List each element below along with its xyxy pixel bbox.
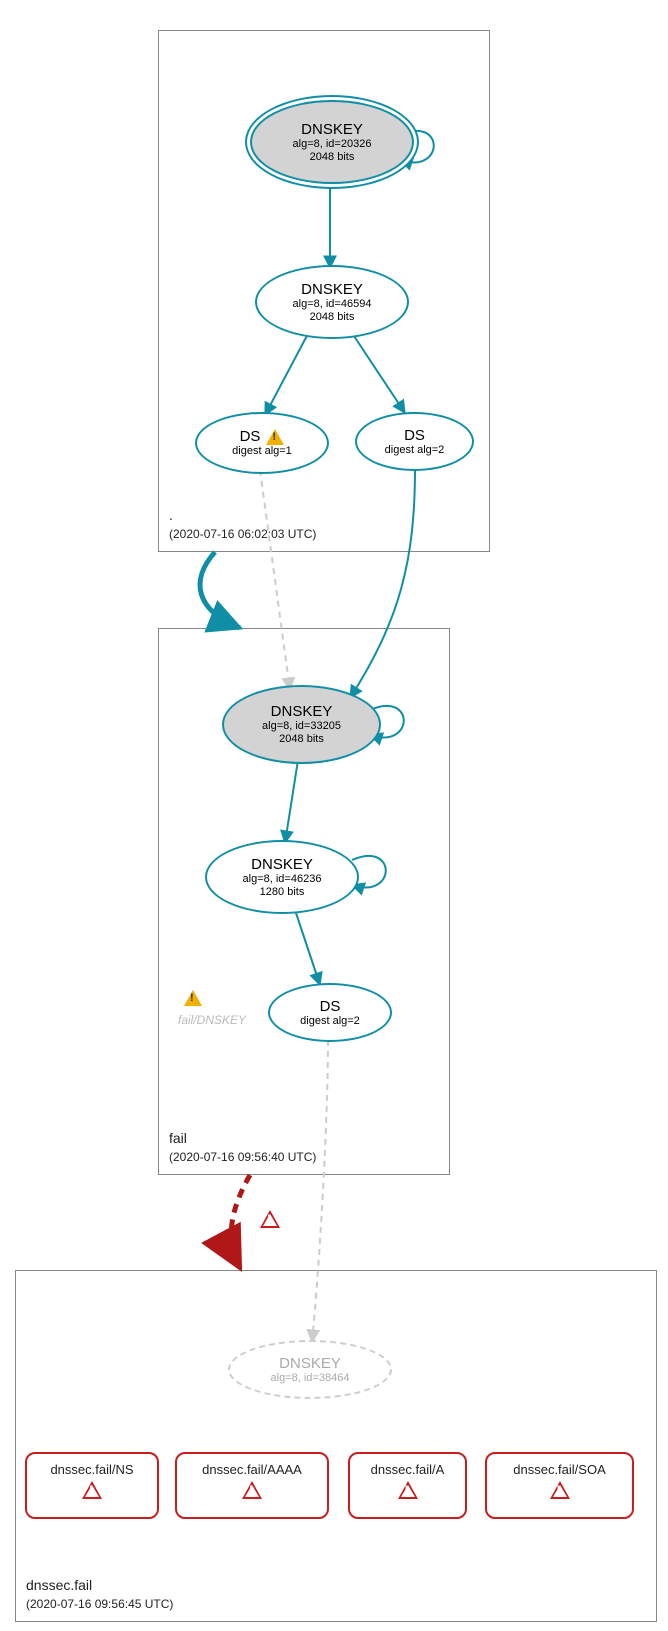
node-root-ksk[interactable]: DNSKEY alg=8, id=20326 2048 bits — [250, 100, 414, 184]
rrset-soa[interactable]: dnssec.fail/SOA — [485, 1452, 634, 1519]
rrset-label: dnssec.fail/A — [350, 1462, 465, 1477]
zone-dnssec-fail-timestamp: (2020-07-16 09:56:45 UTC) — [26, 1597, 173, 1611]
error-icon — [82, 1481, 102, 1499]
node-title: DNSKEY — [251, 856, 313, 873]
warning-icon — [266, 429, 284, 445]
node-sub: 2048 bits — [310, 151, 355, 164]
node-title: DS — [240, 428, 261, 445]
zone-dnssec-fail: dnssec.fail (2020-07-16 09:56:45 UTC) — [15, 1270, 657, 1622]
error-icon — [550, 1481, 570, 1499]
warning-icon — [184, 990, 202, 1006]
node-fail-ds[interactable]: DS digest alg=2 — [268, 983, 392, 1042]
node-sub: 2048 bits — [310, 311, 355, 324]
node-sub: alg=8, id=46236 — [243, 873, 322, 886]
zone-fail-timestamp: (2020-07-16 09:56:40 UTC) — [169, 1150, 316, 1164]
error-icon — [242, 1481, 262, 1499]
node-ghost-dnskey[interactable]: DNSKEY alg=8, id=38464 — [228, 1340, 392, 1399]
fail-dnskey-warning: fail/DNSKEY — [178, 990, 246, 1027]
node-title: DNSKEY — [271, 703, 333, 720]
zone-root-timestamp: (2020-07-16 06:02:03 UTC) — [169, 527, 316, 541]
zone-fail-label: fail — [169, 1130, 187, 1146]
node-sub: digest alg=2 — [300, 1015, 360, 1028]
node-sub: digest alg=1 — [232, 445, 292, 458]
rrset-aaaa[interactable]: dnssec.fail/AAAA — [175, 1452, 329, 1519]
fail-dnskey-warning-label: fail/DNSKEY — [178, 1013, 246, 1027]
node-title: DNSKEY — [301, 281, 363, 298]
node-title: DS — [320, 998, 341, 1015]
node-fail-ksk[interactable]: DNSKEY alg=8, id=33205 2048 bits — [222, 685, 381, 764]
node-title: DS — [404, 427, 425, 444]
error-icon — [398, 1481, 418, 1499]
node-title: DNSKEY — [301, 121, 363, 138]
node-title: DNSKEY — [279, 1355, 341, 1372]
zone-dnssec-fail-label: dnssec.fail — [26, 1577, 92, 1593]
node-sub: alg=8, id=33205 — [262, 720, 341, 733]
rrset-label: dnssec.fail/SOA — [487, 1462, 632, 1477]
node-sub: 2048 bits — [279, 733, 324, 746]
node-sub: alg=8, id=46594 — [293, 298, 372, 311]
node-sub: alg=8, id=20326 — [293, 138, 372, 151]
zone-root-label: . — [169, 507, 173, 523]
rrset-ns[interactable]: dnssec.fail/NS — [25, 1452, 159, 1519]
node-sub: digest alg=2 — [385, 444, 445, 457]
node-root-zsk[interactable]: DNSKEY alg=8, id=46594 2048 bits — [255, 265, 409, 339]
rrset-a[interactable]: dnssec.fail/A — [348, 1452, 467, 1519]
node-root-ds2[interactable]: DS digest alg=2 — [355, 412, 474, 471]
node-sub: alg=8, id=38464 — [271, 1372, 350, 1385]
rrset-label: dnssec.fail/AAAA — [177, 1462, 327, 1477]
delegation-error-icon — [260, 1210, 280, 1233]
node-root-ds1[interactable]: DS digest alg=1 — [195, 412, 329, 474]
node-sub: 1280 bits — [260, 886, 305, 899]
rrset-label: dnssec.fail/NS — [27, 1462, 157, 1477]
node-fail-zsk[interactable]: DNSKEY alg=8, id=46236 1280 bits — [205, 840, 359, 914]
